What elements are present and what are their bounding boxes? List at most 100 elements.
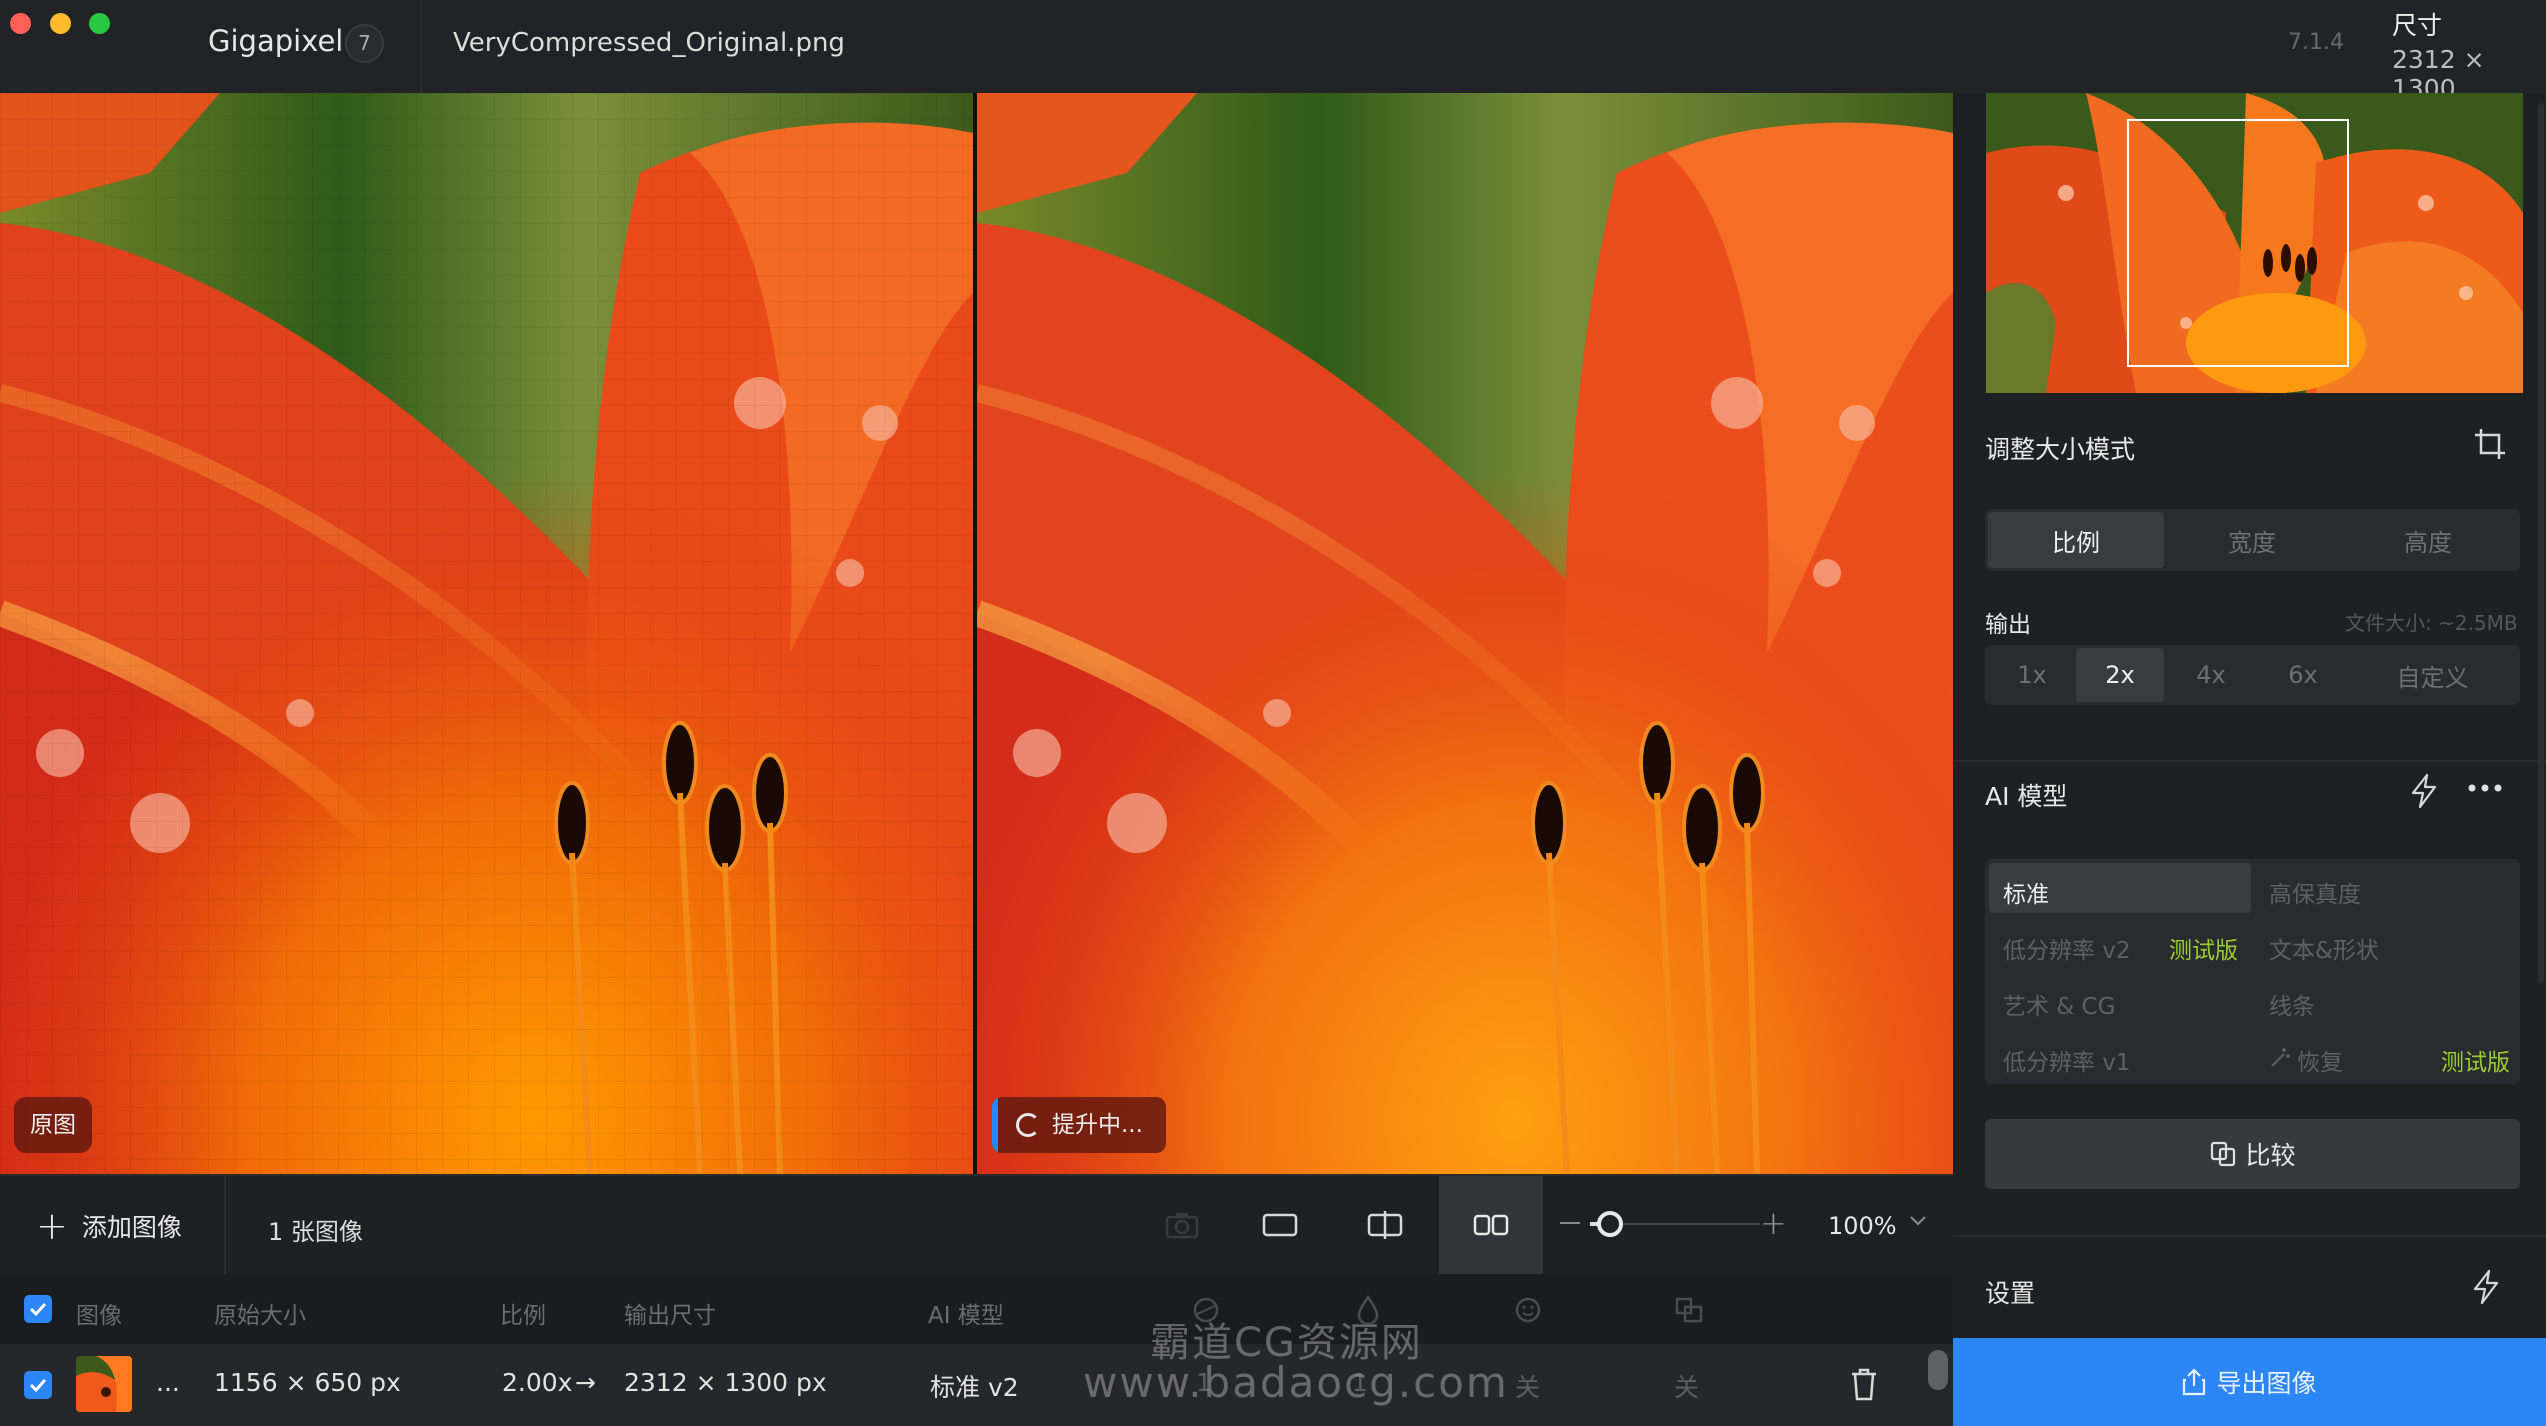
- enhanced-preview-pane[interactable]: [977, 93, 1953, 1174]
- minimize-window-button[interactable]: [50, 13, 71, 34]
- side-by-side-icon: [1473, 1214, 1509, 1236]
- file-size-estimate: 文件大小: ~2.5MB: [2345, 611, 2518, 635]
- scale-custom[interactable]: 自定义: [2348, 648, 2517, 702]
- col-header-output-size: 输出尺寸: [624, 1303, 716, 1329]
- ai-model-title: AI 模型: [1985, 782, 2068, 811]
- split-view-button[interactable]: [1333, 1176, 1437, 1274]
- col-header-image: 图像: [76, 1303, 122, 1329]
- preview-toolbar: + 添加图像 1 张图像 + 100%: [0, 1174, 1953, 1274]
- ai-model-text-shape[interactable]: 文本&形状: [2269, 931, 2379, 965]
- select-all-checkbox[interactable]: [24, 1295, 52, 1323]
- magic-wand-icon: [2271, 1048, 2290, 1067]
- queue-scrollbar[interactable]: [1928, 1350, 1948, 1390]
- panel-scrollbar[interactable]: [2538, 103, 2544, 983]
- export-button[interactable]: 导出图像: [1953, 1338, 2546, 1426]
- zoom-level[interactable]: 100%: [1828, 1212, 1897, 1240]
- trash-icon[interactable]: [1848, 1366, 1880, 1402]
- face-icon: [1515, 1297, 1541, 1323]
- lightning-icon[interactable]: [2471, 1269, 2501, 1305]
- side-by-side-view-button[interactable]: [1439, 1176, 1543, 1274]
- ai-model-low-res-v2[interactable]: 低分辨率 v2: [2003, 931, 2131, 965]
- resize-mode-title: 调整大小模式: [1985, 435, 2136, 464]
- ai-model-standard[interactable]: 标准: [2003, 875, 2049, 909]
- ai-model-low-res-v1[interactable]: 低分辨率 v1: [2003, 1043, 2131, 1077]
- chevron-down-icon[interactable]: [1908, 1210, 1928, 1230]
- pixelation-overlay: [0, 93, 973, 1174]
- beta-badge: 测试版: [2169, 938, 2238, 964]
- resize-mode-width[interactable]: 宽度: [2164, 512, 2340, 568]
- single-view-button[interactable]: [1228, 1176, 1332, 1274]
- section-divider: [1953, 1235, 2546, 1237]
- original-preview-pane[interactable]: [0, 93, 973, 1174]
- scale-1x[interactable]: 1x: [1988, 648, 2076, 702]
- app-version: 7.1.4: [2288, 30, 2344, 55]
- image-count: 1 张图像: [268, 1218, 363, 1246]
- row-face-value: 关: [1515, 1373, 1541, 1402]
- scale-2x[interactable]: 2x: [2076, 648, 2164, 702]
- navigator-viewport-rect[interactable]: [2127, 119, 2349, 367]
- row-ai-model: 标准 v2: [930, 1373, 1019, 1402]
- output-scale-selector: 1x 2x 4x 6x 自定义: [1985, 645, 2520, 705]
- table-row[interactable]: ... 1156 × 650 px 2.00x → 2312 × 1300 px…: [0, 1344, 1953, 1426]
- checkmark-icon: [29, 1302, 47, 1317]
- add-image-label: 添加图像: [81, 1213, 182, 1242]
- maximize-window-button[interactable]: [89, 13, 110, 34]
- app-badge-count: 7: [345, 24, 384, 63]
- enhancing-status-badge: 提升中...: [992, 1097, 1166, 1153]
- section-divider: [1953, 760, 2546, 762]
- single-view-icon: [1262, 1213, 1298, 1237]
- col-header-ai-model: AI 模型: [928, 1303, 1004, 1329]
- ai-model-high-fidelity[interactable]: 高保真度: [2269, 875, 2361, 909]
- zoom-out-button[interactable]: [1560, 1222, 1580, 1224]
- file-name: VeryCompressed_Original.png: [453, 28, 845, 58]
- app-window: Gigapixel 7 VeryCompressed_Original.png …: [0, 0, 2546, 1426]
- row-original-size: 1156 × 650 px: [214, 1368, 401, 1397]
- row-more-button[interactable]: ...: [156, 1368, 180, 1397]
- thumbnail-image: [76, 1356, 132, 1412]
- compare-icon: [2211, 1141, 2236, 1167]
- snapshot-button[interactable]: [1130, 1176, 1234, 1274]
- lightning-icon[interactable]: [2409, 773, 2439, 809]
- original-label-badge: 原图: [14, 1097, 92, 1153]
- camera-icon: [1165, 1213, 1199, 1239]
- ai-model-grid: 标准 高保真度 低分辨率 v2 测试版 文本&形状 艺术 & CG 线条 低分辨…: [1985, 859, 2520, 1084]
- navigator-thumbnail[interactable]: [1986, 93, 2523, 393]
- spinner-icon: [1016, 1113, 1040, 1137]
- watermark-url: www.badaocg.com: [1083, 1358, 1509, 1407]
- more-options-icon[interactable]: [2467, 783, 2503, 793]
- row-output-size: 2312 × 1300 px: [624, 1368, 827, 1397]
- status-accent-bar: [992, 1097, 998, 1153]
- close-window-button[interactable]: [10, 13, 31, 34]
- compare-label: 比较: [2245, 1141, 2296, 1170]
- crop-icon[interactable]: [2473, 427, 2507, 461]
- scale-4x[interactable]: 4x: [2164, 648, 2258, 702]
- col-header-scale: 比例: [500, 1303, 546, 1329]
- compare-button[interactable]: 比较: [1985, 1119, 2520, 1189]
- title-divider: [420, 0, 422, 93]
- compression-icon: [1675, 1297, 1703, 1323]
- resize-mode-selector: 比例 宽度 高度: [1985, 509, 2520, 571]
- col-header-original-size: 原始大小: [214, 1303, 306, 1329]
- checkmark-icon: [29, 1378, 47, 1393]
- resize-mode-scale[interactable]: 比例: [1988, 512, 2164, 568]
- scale-6x[interactable]: 6x: [2258, 648, 2348, 702]
- row-checkbox[interactable]: [24, 1371, 52, 1399]
- zoom-in-button[interactable]: +: [1760, 1204, 1787, 1242]
- output-title: 输出: [1985, 612, 2031, 638]
- export-label: 导出图像: [2216, 1369, 2317, 1398]
- row-thumbnail: [76, 1356, 132, 1412]
- enhanced-image: [977, 93, 1953, 1174]
- beta-badge: 测试版: [2441, 1050, 2510, 1076]
- row-arrow: →: [575, 1368, 596, 1397]
- zoom-slider-knob[interactable]: [1597, 1211, 1623, 1237]
- ai-model-art-cg[interactable]: 艺术 & CG: [2003, 987, 2115, 1021]
- app-name: Gigapixel: [208, 24, 344, 58]
- dimensions-label: 尺寸: [2392, 11, 2443, 40]
- ai-model-lines[interactable]: 线条: [2269, 987, 2315, 1021]
- queue-header: 图像 原始大小 比例 输出尺寸 AI 模型: [0, 1274, 1953, 1344]
- enhancing-status-text: 提升中...: [1052, 1112, 1143, 1138]
- add-image-button[interactable]: + 添加图像: [36, 1202, 182, 1250]
- resize-mode-height[interactable]: 高度: [2340, 512, 2516, 568]
- ai-model-recovery[interactable]: 恢复: [2297, 1043, 2343, 1077]
- plus-icon: +: [36, 1204, 68, 1248]
